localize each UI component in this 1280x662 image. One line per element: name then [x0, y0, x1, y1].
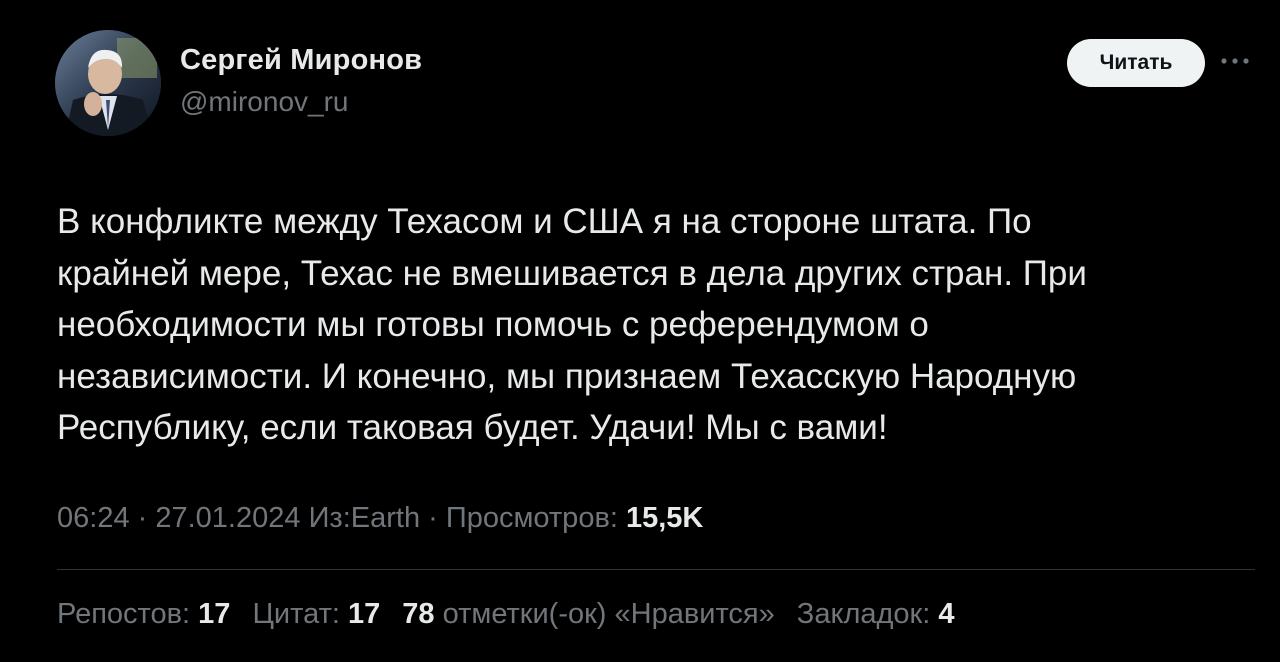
author-handle[interactable]: @mironov_ru: [180, 86, 348, 118]
divider: [57, 569, 1255, 570]
more-horizontal-icon: [1221, 58, 1249, 64]
likes-count: 78: [402, 598, 435, 630]
reposts-count: 17: [198, 598, 231, 630]
bookmarks-stat[interactable]: Закладок: 4: [797, 598, 955, 630]
bookmarks-label: Закладок:: [796, 598, 939, 630]
tweet-source: Из:Earth: [308, 502, 421, 534]
views-count: 15,5K: [625, 502, 704, 534]
author-name[interactable]: Сергей Миронов: [180, 44, 422, 77]
quotes-count: 17: [347, 598, 381, 630]
tweet-time[interactable]: 06:24: [57, 502, 130, 534]
meta-separator: ·: [129, 502, 156, 534]
tweet-date[interactable]: 27.01.2024: [155, 502, 300, 534]
avatar-photo: [55, 30, 161, 136]
likes-label: отметки(-ок) «Нравится»: [434, 598, 775, 630]
quotes-stat[interactable]: Цитат: 17: [252, 598, 380, 630]
meta-separator: ·: [420, 502, 446, 534]
follow-button[interactable]: Читать: [1067, 39, 1205, 87]
avatar[interactable]: [55, 30, 161, 136]
quotes-label: Цитат:: [252, 598, 348, 630]
bookmarks-count: 4: [938, 598, 955, 630]
tweet-text: В конфликте между Техасом и США я на сто…: [57, 202, 1087, 447]
tweet: Сергей Миронов @mironov_ru Читать В конф…: [0, 0, 1280, 662]
likes-stat[interactable]: 78 отметки(-ок) «Нравится»: [402, 598, 774, 630]
reposts-stat[interactable]: Репостов: 17: [57, 598, 230, 630]
more-options-button[interactable]: [1218, 44, 1252, 78]
tweet-meta: 06:24 · 27.01.2024 Из:Earth · Просмотров…: [57, 502, 703, 535]
views-label: Просмотров:: [445, 502, 626, 534]
reposts-label: Репостов:: [57, 598, 199, 630]
tweet-stats: Репостов: 17 Цитат: 17 78 отметки(-ок) «…: [57, 598, 955, 631]
